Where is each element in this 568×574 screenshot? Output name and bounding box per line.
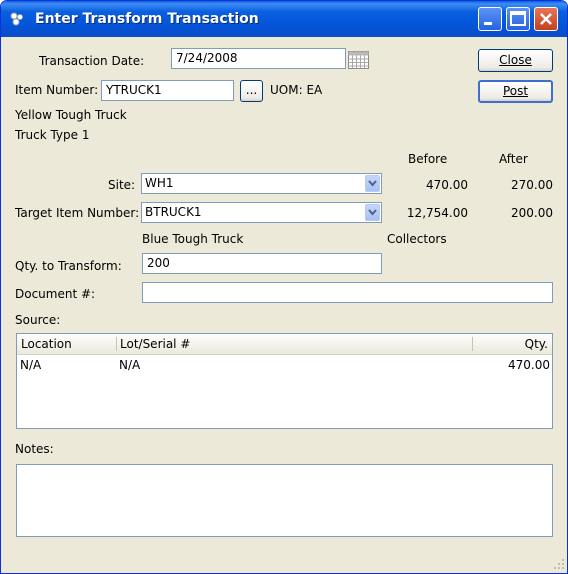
chevron-down-icon[interactable] xyxy=(365,175,380,192)
qty-to-transform-field[interactable]: 200 xyxy=(142,253,382,274)
target-item-description: Blue Tough Truck xyxy=(142,232,244,246)
title-bar: Enter Transform Transaction xyxy=(1,1,567,37)
site-select[interactable]: WH1 xyxy=(141,173,382,194)
maximize-icon xyxy=(510,11,526,26)
transform-transaction-window: Enter Transform Transaction Transaction … xyxy=(0,0,568,574)
item-description: Yellow Tough Truck xyxy=(15,108,127,122)
document-number-label: Document #: xyxy=(15,287,96,301)
qty-to-transform-label: Qty. to Transform: xyxy=(15,259,122,273)
chevron-down-icon[interactable] xyxy=(365,204,380,221)
column-header-lot-serial[interactable]: Lot/Serial # xyxy=(120,337,190,351)
before-header: Before xyxy=(408,152,448,166)
minimize-button[interactable] xyxy=(478,7,502,31)
cell-qty: 470.00 xyxy=(508,358,550,372)
target-after-qty: 200.00 xyxy=(511,206,553,220)
target-item-label: Target Item Number: xyxy=(15,206,140,220)
notes-label: Notes: xyxy=(15,442,54,456)
document-number-field[interactable] xyxy=(142,282,553,303)
app-icon xyxy=(10,12,23,26)
site-before-qty: 470.00 xyxy=(426,178,468,192)
transaction-date-field[interactable]: 7/24/2008 xyxy=(171,48,346,69)
target-item-value: BTRUCK1 xyxy=(145,205,202,219)
item-number-label: Item Number: xyxy=(15,83,99,97)
post-button-label: Post xyxy=(502,84,529,98)
cell-location: N/A xyxy=(20,358,42,372)
resize-grip-icon[interactable] xyxy=(553,558,565,570)
source-label: Source: xyxy=(15,313,61,327)
site-label: Site: xyxy=(108,178,136,192)
item-type: Truck Type 1 xyxy=(15,128,90,142)
column-header-qty[interactable]: Qty. xyxy=(476,337,548,351)
table-header: Location Lot/Serial # Qty. xyxy=(17,334,552,355)
target-before-qty: 12,754.00 xyxy=(406,206,468,220)
cell-lot-serial: N/A xyxy=(119,358,141,372)
maximize-button[interactable] xyxy=(506,7,530,31)
column-header-location[interactable]: Location xyxy=(21,337,72,351)
item-lookup-button[interactable]: ... xyxy=(240,80,263,102)
after-header: After xyxy=(499,152,528,166)
window-title: Enter Transform Transaction xyxy=(35,11,259,27)
transaction-date-label: Transaction Date: xyxy=(39,54,145,68)
form-area: Transaction Date: 7/24/2008 Item Number:… xyxy=(1,37,567,573)
target-item-class: Collectors xyxy=(387,232,447,246)
calendar-icon[interactable] xyxy=(348,50,369,70)
site-value: WH1 xyxy=(145,176,174,190)
minimize-icon xyxy=(484,22,492,25)
close-button-label: Close xyxy=(499,53,532,67)
close-button[interactable]: Close xyxy=(478,49,553,72)
notes-field[interactable] xyxy=(16,464,553,537)
table-row[interactable]: N/A N/A 470.00 xyxy=(17,355,552,373)
target-item-select[interactable]: BTRUCK1 xyxy=(141,202,382,223)
close-x-icon xyxy=(540,13,552,25)
post-button[interactable]: Post xyxy=(478,80,553,103)
site-after-qty: 270.00 xyxy=(511,178,553,192)
window-close-button[interactable] xyxy=(534,7,558,31)
item-number-field[interactable]: YTRUCK1 xyxy=(101,80,234,101)
source-table[interactable]: Location Lot/Serial # Qty. N/A N/A 470.0… xyxy=(16,333,553,429)
uom-label: UOM: EA xyxy=(270,83,323,97)
